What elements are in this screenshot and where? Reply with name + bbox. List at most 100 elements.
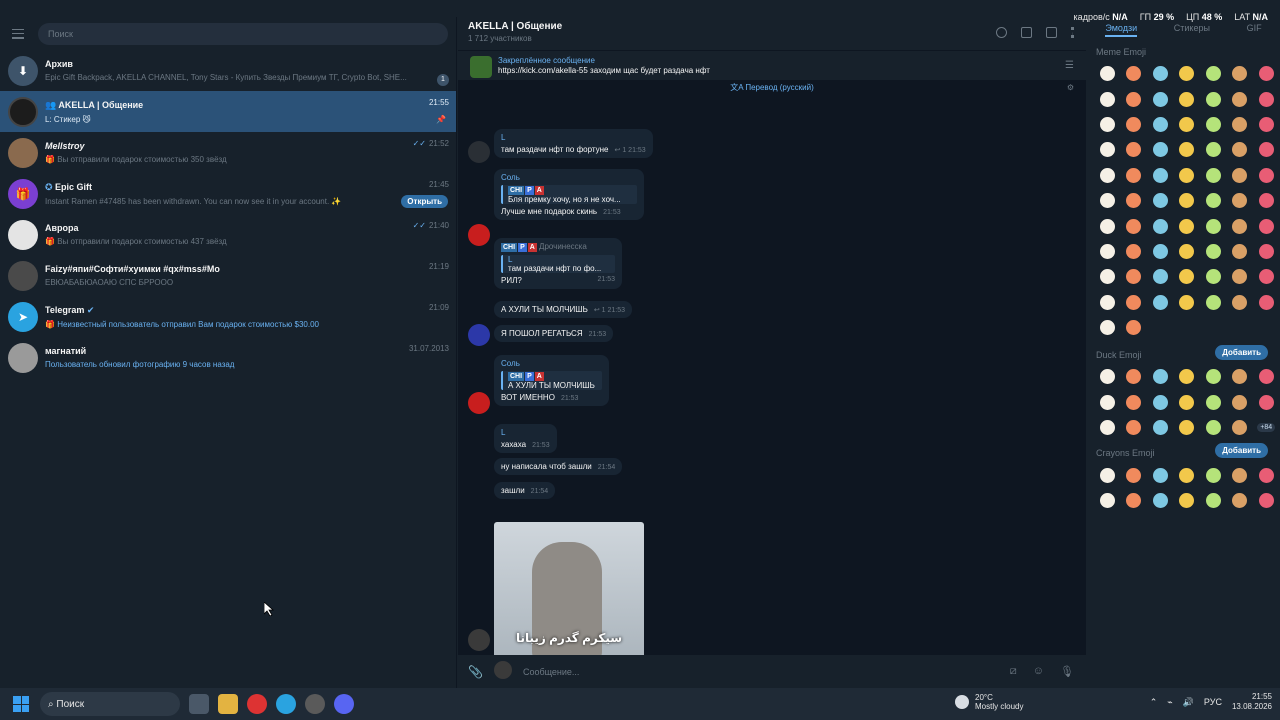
emoji-item[interactable] (1147, 415, 1174, 440)
sender-name[interactable]: СНІ Р А Дрочинесска (501, 242, 615, 252)
add-set-button[interactable]: Добавить (1215, 345, 1268, 361)
microphone-icon[interactable]: 🎙 (1060, 665, 1074, 678)
chat-item-faizy[interactable]: Faizy#япи#Софти#хуимки #qx#mss#Mo ЕВЮАБА… (0, 255, 456, 296)
reply-quote[interactable]: СНІ Р А Бля премку хочу, но я не хоч... (501, 185, 637, 204)
emoji-item[interactable] (1121, 415, 1148, 440)
emoji-item[interactable] (1174, 290, 1201, 315)
emoji-item[interactable] (1227, 264, 1254, 289)
emoji-item[interactable] (1147, 264, 1174, 289)
emoji-item[interactable] (1094, 290, 1121, 315)
emoji-item[interactable] (1121, 86, 1148, 111)
video-chat-icon[interactable] (1021, 27, 1032, 38)
message-bubble[interactable]: L хахаха 21:53 (494, 424, 557, 453)
translate-bar[interactable]: 文A Перевод (русский) ⚙ (458, 80, 1086, 96)
attach-icon[interactable]: 📎 (468, 665, 483, 679)
emoji-item[interactable] (1174, 488, 1201, 513)
emoji-icon[interactable]: ☺ (1033, 665, 1044, 678)
message-bubble[interactable]: А ХУЛИ ТЫ МОЛЧИШЬ ↩ 1 21:53 (494, 301, 633, 318)
pinned-message-bar[interactable]: Закреплённое сообщение https://kick.com/… (458, 50, 1086, 80)
emoji-item[interactable] (1174, 239, 1201, 264)
more-icon[interactable] (1071, 27, 1074, 38)
emoji-item[interactable] (1174, 61, 1201, 86)
emoji-item[interactable] (1147, 86, 1174, 111)
emoji-item[interactable] (1227, 415, 1254, 440)
cat-sticker[interactable]: سیکرم گدرم زیبانا (494, 522, 644, 656)
emoji-item[interactable] (1147, 290, 1174, 315)
emoji-item[interactable] (1253, 290, 1280, 315)
windows-start-icon[interactable] (13, 696, 29, 712)
emoji-item[interactable] (1200, 264, 1227, 289)
discord-icon[interactable] (334, 694, 354, 714)
emoji-item[interactable] (1147, 137, 1174, 162)
emoji-item[interactable] (1121, 290, 1148, 315)
emoji-item[interactable] (1174, 264, 1201, 289)
emoji-item[interactable] (1200, 188, 1227, 213)
emoji-item[interactable] (1227, 188, 1254, 213)
emoji-item[interactable] (1200, 86, 1227, 111)
avatar[interactable] (468, 629, 490, 651)
emoji-item[interactable] (1147, 112, 1174, 137)
emoji-item[interactable] (1094, 86, 1121, 111)
sender-name[interactable]: Соль (501, 173, 637, 182)
message-bubble[interactable]: Соль СНІ Р А А ХУЛИ ТЫ МОЛЧИШЬ ВОТ ИМЕННО 2… (494, 355, 609, 406)
search-icon[interactable] (996, 27, 1007, 38)
sidebar-toggle-icon[interactable] (1046, 27, 1057, 38)
emoji-item[interactable] (1174, 415, 1201, 440)
emoji-item[interactable] (1227, 112, 1254, 137)
avatar[interactable] (468, 392, 490, 414)
emoji-item[interactable] (1227, 137, 1254, 162)
chat-item-mellstroy[interactable]: Mellstroy 🎁 Вы отправили подарок стоимос… (0, 132, 456, 173)
message-bubble[interactable]: Я ПОШОЛ РЕГАТЬСЯ 21:53 (494, 325, 614, 342)
emoji-item[interactable] (1121, 315, 1148, 340)
emoji-item[interactable] (1200, 290, 1227, 315)
emoji-item[interactable] (1200, 213, 1227, 238)
emoji-item[interactable] (1094, 137, 1121, 162)
emoji-item[interactable] (1147, 188, 1174, 213)
settings-icon[interactable]: ⚙ (1067, 80, 1074, 96)
emoji-item[interactable] (1253, 213, 1280, 238)
message-input[interactable]: Сообщение... (523, 667, 579, 677)
tray-expand-icon[interactable]: ⌃ (1150, 697, 1158, 708)
avatar[interactable] (468, 324, 490, 346)
emoji-item[interactable] (1121, 239, 1148, 264)
emoji-item[interactable] (1174, 462, 1201, 487)
emoji-item[interactable] (1174, 163, 1201, 188)
emoji-item[interactable] (1174, 86, 1201, 111)
emoji-item[interactable] (1200, 239, 1227, 264)
emoji-item[interactable] (1174, 213, 1201, 238)
emoji-item[interactable] (1253, 239, 1280, 264)
emoji-item[interactable] (1174, 390, 1201, 415)
pinned-list-icon[interactable]: ☰ (1065, 60, 1074, 71)
emoji-item[interactable] (1174, 364, 1201, 389)
emoji-item[interactable] (1253, 264, 1280, 289)
emoji-item[interactable] (1147, 462, 1174, 487)
avatar[interactable] (468, 141, 490, 163)
tab-stickers[interactable]: Стикеры (1174, 23, 1210, 37)
emoji-item[interactable] (1174, 188, 1201, 213)
message-bubble[interactable]: ну написала чтоб зашли 21:54 (494, 458, 623, 475)
chat-item-avrora[interactable]: Аврора 🎁 Вы отправили подарок стоимостью… (0, 214, 456, 255)
commands-icon[interactable]: ⧄ (1010, 665, 1017, 678)
search-input[interactable]: Поиск (38, 22, 448, 45)
sender-name[interactable]: L (501, 428, 550, 437)
emoji-item[interactable] (1200, 364, 1227, 389)
emoji-item[interactable] (1227, 61, 1254, 86)
emoji-item[interactable] (1227, 239, 1254, 264)
taskbar-search[interactable]: ⌕ Поиск (40, 692, 180, 716)
emoji-item[interactable] (1200, 488, 1227, 513)
telegram-icon[interactable] (276, 694, 296, 714)
emoji-item[interactable] (1253, 488, 1280, 513)
emoji-item[interactable] (1200, 163, 1227, 188)
emoji-item[interactable] (1200, 137, 1227, 162)
emoji-item[interactable] (1094, 239, 1121, 264)
open-button[interactable]: Открыть (401, 195, 448, 208)
emoji-item[interactable] (1253, 163, 1280, 188)
emoji-item[interactable] (1121, 61, 1148, 86)
emoji-item[interactable] (1253, 364, 1280, 389)
emoji-item[interactable] (1121, 213, 1148, 238)
avatar[interactable] (468, 224, 490, 246)
emoji-item[interactable] (1227, 390, 1254, 415)
steam-icon[interactable] (305, 694, 325, 714)
emoji-item[interactable] (1147, 390, 1174, 415)
emoji-item[interactable] (1094, 488, 1121, 513)
